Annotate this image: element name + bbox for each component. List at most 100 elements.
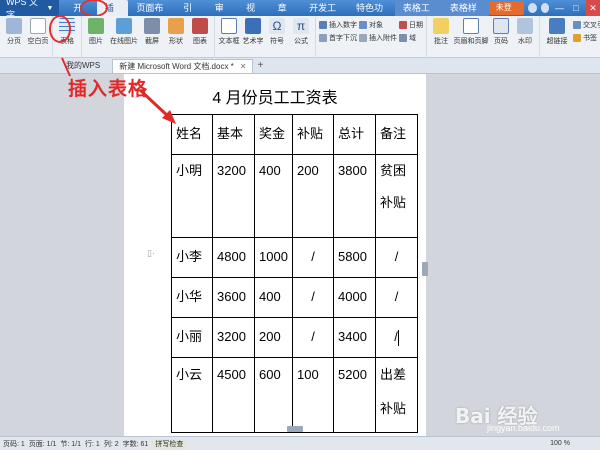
header-footer-button[interactable]: 页眉和页脚 [454, 18, 489, 46]
screenshot-button[interactable]: 截屏 [141, 18, 163, 46]
menu-view[interactable]: 视图 [238, 0, 269, 29]
menu-developer[interactable]: 开发工具 [301, 0, 348, 29]
salary-table[interactable]: 姓名 基本 奖金 补贴 总计 备注 小明 3200 400 200 3800 贫… [171, 114, 418, 433]
comment-button[interactable]: 批注 [430, 18, 452, 46]
attachment-button[interactable]: 插入附件 [359, 33, 397, 43]
cross-ref-button[interactable]: 交叉引用 [573, 20, 600, 30]
table-cell[interactable]: 5800 [333, 237, 376, 278]
table-add-row-handle[interactable] [287, 426, 303, 432]
table-cell[interactable]: 小丽 [171, 317, 213, 358]
tab-document[interactable]: 新建 Microsoft Word 文档.docx * ✕ [112, 58, 254, 73]
header-name[interactable]: 姓名 [171, 114, 213, 155]
symbol-label: 符号 [270, 38, 284, 45]
table-cell[interactable]: 3200 [212, 154, 255, 238]
formula-button[interactable]: π 公式 [290, 18, 312, 46]
table-cell[interactable]: / [292, 317, 334, 358]
header-note[interactable]: 备注 [375, 114, 418, 155]
online-picture-button[interactable]: 在线图片 [109, 18, 139, 46]
table-cell[interactable]: / [292, 237, 334, 278]
table-cell[interactable]: 小明 [171, 154, 213, 238]
table-cell-note[interactable]: 贫困 补贴 [375, 154, 418, 238]
table-cell[interactable]: 400 [254, 154, 293, 238]
table-cell[interactable]: 4500 [212, 357, 255, 433]
menu-features[interactable]: 特色功能 [348, 0, 395, 29]
spell-check-toggle[interactable]: 拼写检查 [152, 438, 187, 449]
textbox-button[interactable]: 文本框 [218, 18, 240, 46]
table-cell[interactable]: 5200 [333, 357, 376, 433]
header-base[interactable]: 基本 [212, 114, 255, 155]
table-cell[interactable]: 3600 [212, 277, 255, 318]
menu-references[interactable]: 引用 [175, 0, 206, 29]
table-cell[interactable]: 4800 [212, 237, 255, 278]
note-line-2: 补贴 [380, 195, 407, 210]
new-tab-icon[interactable]: + [257, 60, 263, 71]
header-bonus[interactable]: 奖金 [254, 114, 293, 155]
menu-section[interactable]: 章节 [270, 0, 301, 29]
table-cell[interactable]: 小云 [171, 357, 213, 433]
wps-app-menu[interactable]: WPS 文字 ▼ [0, 0, 60, 20]
insert-number-button[interactable]: 插入数字 [319, 20, 357, 30]
first-letter-button[interactable]: 首字下沉 [319, 33, 357, 43]
status-page-num: 页码: 1 [3, 440, 25, 448]
table-cell[interactable]: 4000 [333, 277, 376, 318]
table-cell[interactable]: 400 [254, 277, 293, 318]
table-cell[interactable]: 小华 [171, 277, 213, 318]
header-allowance[interactable]: 补贴 [292, 114, 334, 155]
paperclip-icon [359, 34, 367, 42]
watermark-button[interactable]: 水印 [514, 18, 536, 46]
maximize-button[interactable]: □ [570, 0, 582, 16]
document-page[interactable]: 4 月份员工工资表 姓名 基本 奖金 补贴 总计 备注 小明 3200 400 … [124, 74, 426, 436]
chart-button[interactable]: 图表 [189, 18, 211, 46]
table-cell[interactable]: / [292, 277, 334, 318]
hyperlink-button[interactable]: 超链接 [543, 18, 571, 46]
table-cell[interactable]: / [375, 277, 418, 318]
bookmark-button[interactable]: 书签 [573, 33, 600, 43]
chevron-down-icon: ▼ [46, 4, 54, 12]
table-cell[interactable]: 3200 [212, 317, 255, 358]
shapes-button[interactable]: 形状 [165, 18, 187, 46]
page-number-label: 页码 [494, 38, 508, 45]
table-cell[interactable]: 小李 [171, 237, 213, 278]
table-cell[interactable]: 600 [254, 357, 293, 433]
table-cell[interactable]: 3400 [333, 317, 376, 358]
symbol-button[interactable]: Ω 符号 [266, 18, 288, 46]
page-break-button[interactable]: 分页 [3, 18, 25, 46]
table-row: 小丽 3200 200 / 3400 / [171, 317, 418, 358]
comment-label: 批注 [434, 38, 448, 45]
menu-table-tools[interactable]: 表格工具 [394, 0, 442, 29]
table-cell[interactable]: 200 [254, 317, 293, 358]
table-cell[interactable]: 3800 [333, 154, 376, 238]
zoom-level[interactable]: 100 % [550, 440, 570, 447]
wordart-button[interactable]: 艺术字 [242, 18, 264, 46]
page-number-button[interactable]: 页码 [490, 18, 512, 46]
table-add-column-handle[interactable] [422, 262, 428, 276]
shapes-label: 形状 [169, 38, 183, 45]
close-button[interactable]: ✕ [585, 0, 600, 16]
menu-page-layout[interactable]: 页面布局 [128, 0, 175, 29]
field-button[interactable]: 域 [399, 33, 423, 43]
blank-page-label: 空白页 [27, 38, 49, 45]
table-cell-note[interactable]: 出差 补贴 [375, 357, 418, 433]
tab-my-wps[interactable]: 我的WPS [60, 59, 106, 73]
picture-button[interactable]: 图片 [85, 18, 107, 46]
close-icon[interactable]: ✕ [240, 60, 247, 73]
login-button[interactable]: 未登录 [488, 1, 524, 26]
minimize-button[interactable]: — [553, 0, 565, 16]
header-total[interactable]: 总计 [333, 114, 376, 155]
table-cell[interactable]: / [375, 237, 418, 278]
ribbon-group-illustrations: 图片 在线图片 截屏 形状 图表 [82, 16, 215, 58]
ribbon-group-pages: 分页 空白页 [0, 16, 53, 58]
blank-page-button[interactable]: 空白页 [27, 18, 49, 46]
skin-icon[interactable] [527, 3, 537, 13]
object-button[interactable]: 对象 [359, 20, 397, 30]
settings-icon[interactable] [540, 3, 550, 13]
menu-review[interactable]: 审阅 [207, 0, 238, 29]
date-button[interactable]: 日期 [399, 20, 423, 30]
table-cell[interactable]: 200 [292, 154, 334, 238]
watermark-label: 水印 [518, 38, 532, 45]
menu-table-style[interactable]: 表格样式 [441, 0, 489, 29]
ribbon-col-links: 交叉引用 书签 [573, 18, 600, 43]
table-cell[interactable]: 100 [292, 357, 334, 433]
table-cell-active[interactable]: / [375, 317, 418, 358]
table-cell[interactable]: 1000 [254, 237, 293, 278]
